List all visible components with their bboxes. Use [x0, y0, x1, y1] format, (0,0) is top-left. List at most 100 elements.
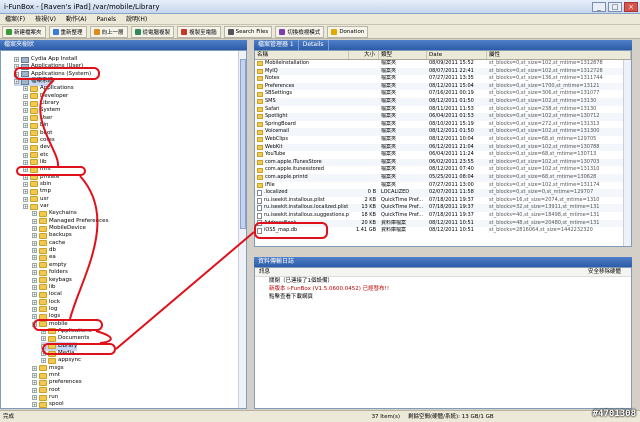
toolbar-button[interactable]: 新建檔案夾 — [2, 25, 46, 38]
folder-tree[interactable]: + Cydia App Install + Applications (User) + A… — [0, 50, 247, 409]
expand-toggle-icon[interactable]: + — [32, 402, 37, 408]
transfer-log: 訊息 安全移除硬體 關閉（已連接了1個設備） 新版本 i-FunBox (V1.5… — [254, 267, 632, 409]
table-row[interactable]: ru.iseekit.installous.suggestions.plist 1… — [255, 212, 631, 220]
annotation-circle-library — [42, 343, 116, 355]
expand-toggle-icon[interactable]: + — [32, 284, 37, 290]
menu-item[interactable]: Panels — [92, 14, 121, 25]
expand-toggle-icon[interactable]: + — [23, 93, 28, 99]
toolbar-button[interactable]: 重新整理 — [48, 25, 87, 38]
expand-toggle-icon[interactable]: + — [23, 130, 28, 136]
expand-toggle-icon[interactable]: + — [32, 395, 37, 401]
file-list[interactable]: 名稱 大小 類型 Date 屬性 MobileInstallation 檔案夾 08… — [254, 50, 632, 247]
expand-toggle-icon[interactable]: + — [23, 145, 28, 151]
safe-remove-button[interactable]: 安全移除硬體 — [495, 268, 631, 276]
expand-toggle-icon[interactable]: + — [32, 292, 37, 298]
table-row[interactable]: com.apple.iTunesStore 檔案夾 06/02/2011 23:55… — [255, 158, 631, 167]
expand-toggle-icon[interactable]: + — [23, 86, 28, 92]
table-row[interactable]: Voicemail 檔案夾 08/12/2011 01:50 st_blocks=0,… — [255, 128, 631, 136]
col-size-header[interactable]: 大小 — [349, 51, 379, 59]
table-row[interactable]: SBSettings 檔案夾 07/16/2011 00:19 st_blocks=0… — [255, 90, 631, 98]
expand-toggle-icon[interactable]: + — [32, 373, 37, 379]
expand-toggle-icon[interactable]: + — [32, 211, 37, 217]
menu-item[interactable]: 動作(A) — [61, 14, 92, 25]
menu-item[interactable]: 檔案(F) — [0, 14, 30, 25]
tree-item[interactable]: + spool — [32, 400, 64, 408]
file-attr: st_blocks=0,st_size=0,st_mtime=129707 — [489, 189, 594, 196]
table-row[interactable]: MobileInstallation 檔案夾 08/09/2011 15:52 st_… — [255, 60, 631, 68]
file-date: 08/07/2011 22:41 — [429, 67, 474, 74]
file-name: SpringBoard — [265, 120, 296, 127]
table-row[interactable]: com.apple.printd 檔案夾 05/25/2011 08:04 st_bl… — [255, 174, 631, 182]
table-row[interactable]: com.apple.itunesstored 檔案夾 08/12/2011 07:4… — [255, 166, 631, 174]
toolbar-button[interactable]: 切換檢視模式 — [275, 25, 325, 38]
expand-toggle-icon[interactable]: + — [32, 248, 37, 254]
expand-toggle-icon[interactable]: + — [23, 123, 28, 129]
expand-toggle-icon[interactable]: + — [32, 262, 37, 268]
expand-toggle-icon[interactable]: + — [32, 306, 37, 312]
tree-scrollbar-thumb[interactable] — [240, 59, 246, 229]
table-row[interactable]: MyIQ 檔案夾 08/07/2011 22:41 st_blocks=0,st_si… — [255, 67, 631, 76]
expand-toggle-icon[interactable]: + — [23, 152, 28, 158]
minimize-button[interactable]: _ — [592, 1, 606, 12]
table-row[interactable]: Preferences 檔案夾 08/12/2011 15:04 st_blocks=… — [255, 82, 631, 91]
expand-toggle-icon[interactable]: + — [23, 159, 28, 165]
expand-toggle-icon[interactable]: + — [32, 270, 37, 276]
table-row[interactable]: ru.iseekit.installous.localized.plist 13 … — [255, 204, 631, 212]
expand-toggle-icon[interactable]: + — [32, 240, 37, 246]
expand-toggle-icon[interactable]: + — [32, 387, 37, 393]
table-row[interactable]: SMS 檔案夾 08/12/2011 01:50 st_blocks=0,st_siz… — [255, 98, 631, 106]
table-row[interactable]: SpringBoard 檔案夾 08/10/2011 15:19 st_blocks=… — [255, 121, 631, 129]
expand-toggle-icon[interactable]: + — [32, 277, 37, 283]
expand-toggle-icon[interactable]: + — [32, 365, 37, 371]
col-type-header[interactable]: 類型 — [379, 51, 427, 59]
file-attr: st_blocks=0,st_size=238,st_mtime=13130 — [489, 105, 597, 112]
table-row[interactable]: WebClips 檔案夾 08/12/2011 10:04 st_blocks=0,s… — [255, 136, 631, 144]
expand-toggle-icon[interactable]: + — [23, 181, 28, 187]
table-row[interactable]: YouTube 檔案夾 06/04/2011 11:24 st_blocks=0,st… — [255, 151, 631, 159]
toolbar-button[interactable]: 從電腦複製 — [130, 25, 175, 38]
table-row[interactable]: ru.iseekit.installous.plist 2 KB QuickTime… — [255, 197, 631, 205]
table-row[interactable]: Notes 檔案夾 07/27/2011 13:35 st_blocks=0,st_s… — [255, 75, 631, 83]
table-row[interactable]: Spotlight 檔案夾 06/04/2011 01:53 st_blocks=0,… — [255, 113, 631, 121]
file-attr: st_blocks=0,st_size=102,st_mtime=131310 — [489, 166, 600, 173]
file-list-scrollbar[interactable] — [623, 60, 631, 246]
table-row[interactable]: iFile 檔案夾 07/27/2011 13:00 st_blocks=0,st_s… — [255, 182, 631, 190]
table-row[interactable]: .localized 0 B LOCALIZED 02/07/2011 11:58 st… — [255, 189, 631, 197]
expand-toggle-icon[interactable]: + — [32, 233, 37, 239]
toolbar-button[interactable]: 複製至電腦 — [177, 25, 221, 38]
toolbar-button-label: 新建檔案夾 — [14, 29, 42, 36]
tab-file-manager[interactable]: 檔案管理器 1 — [254, 40, 299, 50]
expand-toggle-icon[interactable]: + — [14, 57, 19, 62]
tab-file-manager[interactable]: Details — [299, 40, 329, 50]
table-row[interactable]: Safari 檔案夾 08/11/2011 11:53 st_blocks=0,st_… — [255, 106, 631, 114]
close-button[interactable]: × — [624, 1, 638, 12]
expand-toggle-icon[interactable]: + — [32, 226, 37, 232]
menu-item[interactable]: 檢視(V) — [30, 14, 61, 25]
expand-toggle-icon[interactable]: + — [23, 196, 28, 202]
expand-toggle-icon[interactable]: + — [23, 101, 28, 107]
expand-toggle-icon[interactable]: + — [23, 189, 28, 195]
maximize-button[interactable]: □ — [608, 1, 622, 12]
file-attr: st_blocks=0,st_size=102,st_mtime=131300 — [489, 128, 600, 135]
expand-toggle-icon[interactable]: + — [23, 137, 28, 143]
tree-scrollbar[interactable] — [238, 51, 246, 408]
menu-item[interactable]: 說明(H) — [121, 14, 152, 25]
col-attr-header[interactable]: 屬性 — [487, 51, 631, 59]
col-date-header[interactable]: Date — [427, 51, 487, 59]
toolbar-button[interactable]: Search Files — [223, 25, 273, 38]
expand-toggle-icon[interactable]: + — [32, 299, 37, 305]
expand-toggle-icon[interactable]: + — [41, 336, 46, 342]
toolbar-button[interactable]: 向上一層 — [89, 25, 128, 38]
expand-toggle-icon[interactable]: + — [23, 108, 28, 114]
file-type: 檔案夾 — [381, 113, 397, 120]
expand-toggle-icon[interactable]: + — [32, 218, 37, 224]
expand-toggle-icon[interactable]: + — [32, 255, 37, 261]
toolbar-button[interactable]: Donation — [327, 25, 369, 38]
col-name-header[interactable]: 名稱 — [255, 51, 349, 59]
expand-toggle-icon[interactable]: + — [32, 380, 37, 386]
expand-toggle-icon[interactable]: + — [23, 204, 28, 209]
expand-toggle-icon[interactable]: + — [41, 358, 46, 364]
expand-toggle-icon[interactable]: + — [23, 115, 28, 121]
table-row[interactable]: WebKit 檔案夾 06/12/2011 21:04 st_blocks=0,st_… — [255, 143, 631, 152]
annotation-circle-var — [16, 166, 86, 176]
